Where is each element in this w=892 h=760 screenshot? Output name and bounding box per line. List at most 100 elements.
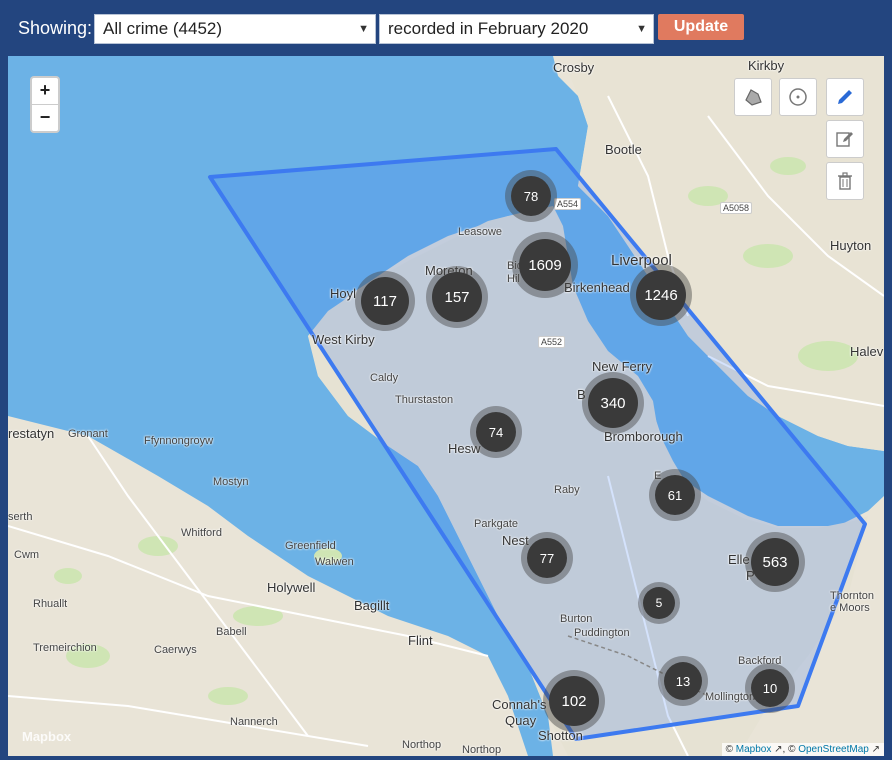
crime-cluster[interactable]: 102 <box>543 670 605 732</box>
place-label-west-kirby: West Kirby <box>312 332 375 347</box>
crime-type-select-value: All crime (4452) <box>103 19 223 38</box>
cluster-count: 77 <box>527 538 567 578</box>
crime-cluster[interactable]: 563 <box>745 532 805 592</box>
cluster-count: 78 <box>511 176 551 216</box>
crime-cluster[interactable]: 10 <box>745 663 795 713</box>
place-label-new-ferry: New Ferry <box>592 359 652 374</box>
crime-cluster[interactable]: 5 <box>638 582 680 624</box>
app-frame: Showing: All crime (4452) ▼ recorded in … <box>0 0 892 760</box>
polygon-draw-icon <box>745 89 762 106</box>
place-label-raby: Raby <box>554 484 580 496</box>
cluster-count: 1609 <box>519 239 571 291</box>
place-label-halewood: Halev <box>850 344 884 359</box>
map-attribution: © Mapbox ↗, © OpenStreetMap ↗ <box>721 743 884 756</box>
crime-cluster[interactable]: 78 <box>505 170 557 222</box>
cluster-count: 1246 <box>636 270 686 320</box>
crime-cluster[interactable]: 61 <box>649 469 701 521</box>
mapbox-logo: Mapbox <box>22 729 72 744</box>
place-label-connahs-quay-2: Quay <box>505 713 537 728</box>
place-label-prestatyn: restatyn <box>8 426 55 441</box>
place-label-thurstaston: Thurstaston <box>395 394 454 406</box>
crime-cluster[interactable]: 340 <box>582 372 644 434</box>
place-label-hoylake: Hoyl <box>330 286 357 301</box>
edit-layers-button[interactable] <box>826 120 864 158</box>
cluster-count: 340 <box>588 378 638 428</box>
zoom-control: + − <box>30 76 60 133</box>
cluster-count: 117 <box>361 277 409 325</box>
cluster-count: 13 <box>664 662 702 700</box>
place-label-caldy: Caldy <box>370 372 399 384</box>
cluster-count: 74 <box>476 412 516 452</box>
place-label-greenfield: Greenfield <box>285 540 336 552</box>
crime-cluster[interactable]: 1246 <box>630 264 692 326</box>
cluster-count: 61 <box>655 475 695 515</box>
place-label-ffynnongroyw: Ffynnongroyw <box>144 435 214 447</box>
attribution-copyright-2: © <box>788 744 796 755</box>
attribution-copyright: © <box>725 744 733 755</box>
place-label-puddington: Puddington <box>574 627 630 639</box>
zoom-out-button[interactable]: − <box>32 104 58 131</box>
road-label-a5058: A5058 <box>720 202 753 214</box>
place-label-huyton: Huyton <box>830 238 872 253</box>
place-label-le-moors: e Moors <box>830 602 870 614</box>
crime-cluster[interactable]: 74 <box>470 406 522 458</box>
circle-draw-button[interactable] <box>779 78 817 116</box>
place-label-parkgate: Parkgate <box>474 518 519 530</box>
map-canvas[interactable]: Crosby Kirkby Bootle Huyton Leasowe Live… <box>8 56 884 756</box>
crime-cluster[interactable]: 157 <box>426 266 488 328</box>
place-label-nannerch: Nannerch <box>230 716 278 728</box>
crime-cluster[interactable]: 1609 <box>512 232 578 298</box>
external-link-icon: ↗ <box>774 744 783 755</box>
place-label-northop-2: Northop <box>462 744 502 756</box>
place-label-serth: serth <box>8 511 33 523</box>
place-label-northop: Northop <box>402 739 442 751</box>
road-label-a552: A552 <box>538 336 566 348</box>
cluster-count: 157 <box>432 272 482 322</box>
place-label-connahs-quay: Connah's <box>492 697 547 712</box>
dropdown-arrow-icon: ▼ <box>636 23 647 35</box>
showing-label: Showing: <box>18 18 93 38</box>
filter-toolbar: Showing: All crime (4452) ▼ recorded in … <box>8 8 884 54</box>
place-label-holywell: Holywell <box>267 580 316 595</box>
place-label-cwm: Cwm <box>14 549 40 561</box>
place-label-burton: Burton <box>560 613 593 625</box>
update-button[interactable]: Update <box>658 14 744 40</box>
place-label-whitford: Whitford <box>181 527 222 539</box>
cluster-count: 563 <box>751 538 799 586</box>
place-label-rhuallt: Rhuallt <box>33 598 68 610</box>
crime-cluster[interactable]: 77 <box>521 532 573 584</box>
zoom-in-button[interactable]: + <box>32 78 58 104</box>
trash-icon <box>838 172 852 190</box>
crime-type-select[interactable]: All crime (4452) ▼ <box>94 14 376 44</box>
place-label-kirkby: Kirkby <box>748 58 785 73</box>
edit-icon <box>836 132 853 147</box>
crime-cluster[interactable]: 13 <box>658 656 708 706</box>
place-label-flint: Flint <box>408 633 433 648</box>
place-label-mostyn: Mostyn <box>213 476 249 488</box>
place-label-gronant: Gronant <box>68 428 108 440</box>
dropdown-arrow-icon: ▼ <box>358 23 369 35</box>
place-label-crosby: Crosby <box>553 60 595 75</box>
cluster-count: 5 <box>643 587 675 619</box>
mapbox-attribution-link[interactable]: Mapbox <box>736 744 772 755</box>
place-label-walwen: Walwen <box>315 556 354 568</box>
pencil-button[interactable] <box>826 78 864 116</box>
pencil-icon <box>838 90 852 104</box>
place-label-tremeirchion: Tremeirchion <box>33 642 97 654</box>
circle-draw-icon <box>789 88 807 106</box>
place-label-babell: Babell <box>216 626 247 638</box>
period-select-value: recorded in February 2020 <box>388 19 589 38</box>
place-label-birkenhead: Birkenhead <box>564 280 630 295</box>
crime-cluster[interactable]: 117 <box>355 271 415 331</box>
polygon-draw-button[interactable] <box>734 78 772 116</box>
period-select[interactable]: recorded in February 2020 ▼ <box>379 14 654 44</box>
place-label-thornton: Thornton <box>830 590 875 602</box>
external-link-icon: ↗ <box>871 744 880 755</box>
place-label-leasowe: Leasowe <box>458 226 503 238</box>
cluster-count: 10 <box>751 669 789 707</box>
place-label-caerwys: Caerwys <box>154 644 197 656</box>
place-label-bagillt: Bagillt <box>354 598 390 613</box>
delete-layers-button[interactable] <box>826 162 864 200</box>
osm-attribution-link[interactable]: OpenStreetMap <box>798 744 869 755</box>
cluster-count: 102 <box>549 676 599 726</box>
